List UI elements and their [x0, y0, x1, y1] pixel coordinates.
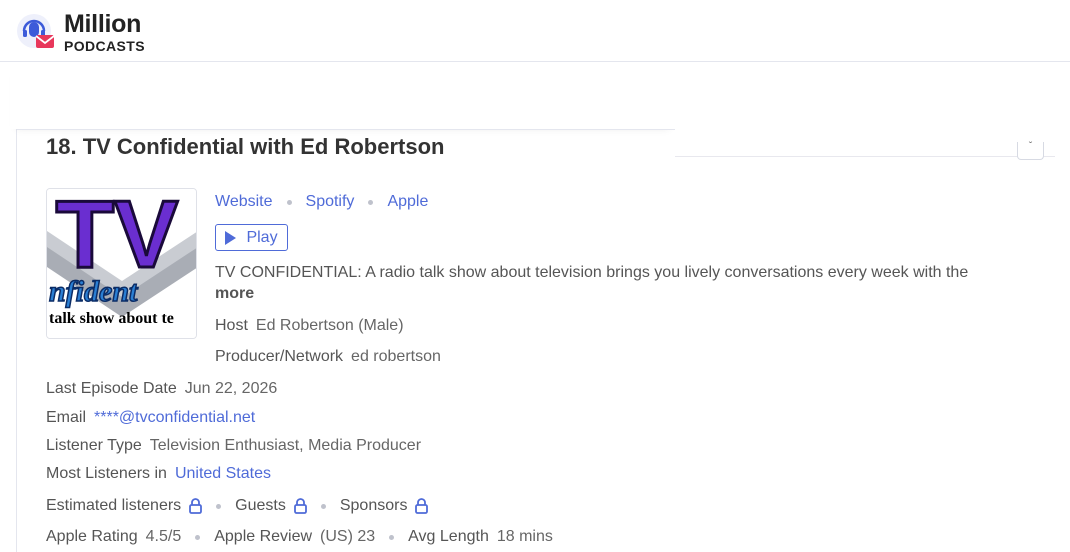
- collapse-button[interactable]: ˇ: [1017, 142, 1044, 160]
- play-label: Play: [246, 228, 278, 246]
- host-label: Host: [215, 317, 248, 334]
- host-value: Ed Robertson (Male): [255, 317, 404, 334]
- avg-length-value: 18 mins: [496, 528, 553, 545]
- sponsors-label: Sponsors: [339, 497, 408, 514]
- last-episode-value: Jun 22, 2026: [184, 380, 278, 397]
- email-label: Email: [46, 409, 87, 426]
- separator-dot: [216, 503, 222, 509]
- divider: [17, 129, 675, 130]
- website-link[interactable]: Website: [215, 193, 273, 211]
- separator-dot: [389, 534, 395, 540]
- last-episode-row: Last Episode Date Jun 22, 2026: [46, 380, 277, 398]
- producer-value: ed robertson: [351, 348, 441, 365]
- lock-icon[interactable]: [293, 498, 307, 514]
- apple-review-label: Apple Review: [214, 528, 313, 545]
- most-listeners-row: Most Listeners in United States: [46, 465, 271, 483]
- play-button[interactable]: Play: [215, 224, 288, 251]
- apple-rating-label: Apple Rating: [46, 528, 138, 545]
- estimated-listeners-label: Estimated listeners: [46, 497, 182, 514]
- podcast-description: TV CONFIDENTIAL: A radio talk show about…: [215, 264, 969, 281]
- last-episode-label: Last Episode Date: [46, 380, 177, 397]
- artwork-big-text: TV: [56, 189, 179, 288]
- producer-label: Producer/Network: [215, 348, 344, 365]
- separator-dot: [368, 199, 374, 205]
- avg-length-label: Avg Length: [408, 528, 489, 545]
- guests-label: Guests: [235, 497, 286, 514]
- separator-dot: [195, 534, 201, 540]
- podcast-title[interactable]: 18. TV Confidential with Ed Robertson: [46, 134, 444, 160]
- separator-dot: [286, 199, 292, 205]
- host-row: Host Ed Robertson (Male): [215, 317, 404, 335]
- app-header: Million PODCASTS: [0, 0, 1070, 62]
- artwork-script-text: nfident: [49, 275, 139, 308]
- listener-type-value: Television Enthusiast, Media Producer: [149, 437, 422, 454]
- play-icon: [225, 230, 237, 245]
- spotify-link[interactable]: Spotify: [306, 193, 355, 211]
- podcast-links: Website Spotify Apple: [215, 193, 428, 211]
- brand-name: Million PODCASTS: [64, 10, 145, 54]
- filter-bar-placeholder: [10, 62, 675, 129]
- artwork-tagline: talk show about te: [49, 310, 174, 327]
- more-link[interactable]: more: [215, 285, 254, 303]
- brand-logo[interactable]: Million PODCASTS: [16, 12, 145, 53]
- most-listeners-label: Most Listeners in: [46, 465, 167, 482]
- brand-name-line1: Million: [64, 10, 142, 38]
- listener-type-label: Listener Type: [46, 437, 142, 454]
- locked-metrics-row: Estimated listeners Guests Sponsors: [46, 497, 429, 515]
- apple-link[interactable]: Apple: [387, 193, 428, 211]
- sidebar-border: [16, 62, 17, 552]
- lock-icon[interactable]: [189, 498, 203, 514]
- microphone-envelope-icon: [16, 13, 56, 53]
- email-row: Email ****@tvconfidential.net: [46, 409, 255, 427]
- lock-icon[interactable]: [415, 498, 429, 514]
- ratings-row: Apple Rating 4.5/5 Apple Review (US) 23 …: [46, 528, 553, 546]
- right-panel-placeholder: [675, 62, 1055, 157]
- email-link[interactable]: ****@tvconfidential.net: [94, 409, 255, 427]
- most-listeners-link[interactable]: United States: [175, 465, 271, 483]
- brand-name-line2: PODCASTS: [64, 38, 145, 54]
- podcast-artwork[interactable]: TV nfident talk show about te: [46, 188, 197, 339]
- apple-rating-value: 4.5/5: [145, 528, 182, 545]
- producer-row: Producer/Network ed robertson: [215, 348, 441, 366]
- listener-type-row: Listener Type Television Enthusiast, Med…: [46, 437, 421, 455]
- separator-dot: [320, 503, 326, 509]
- apple-review-value: (US) 23: [320, 528, 376, 545]
